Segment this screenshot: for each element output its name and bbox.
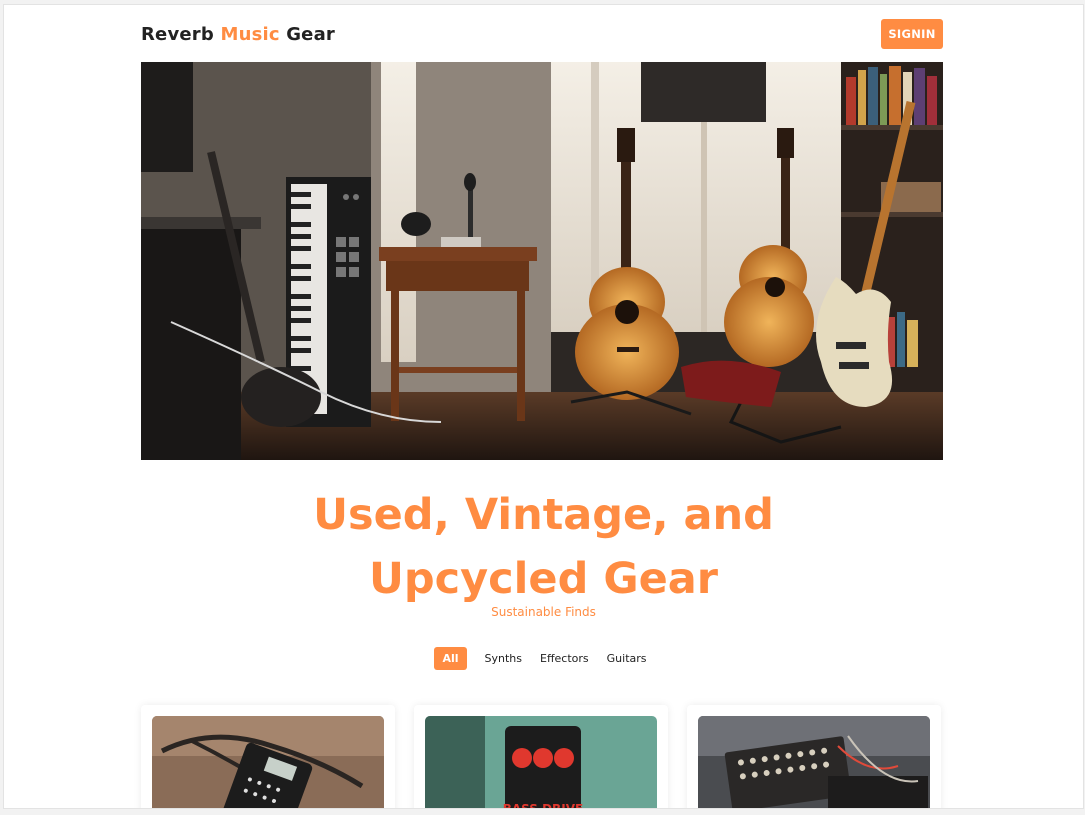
product-card[interactable]: BASS DRIVE xyxy=(414,705,668,809)
filter-tabs: All Synths Effectors Guitars xyxy=(4,647,1083,670)
svg-text:BASS DRIVE: BASS DRIVE xyxy=(503,802,584,809)
filter-synths[interactable]: Synths xyxy=(479,647,528,670)
filter-all[interactable]: All xyxy=(434,647,467,670)
header: Reverb Music Gear SIGNIN xyxy=(141,18,943,50)
filter-effectors[interactable]: Effectors xyxy=(534,647,595,670)
brand-word-1: Reverb xyxy=(141,23,214,45)
pocket-synth-photo[interactable] xyxy=(152,716,384,808)
brand-word-3: Gear xyxy=(286,23,336,45)
product-card[interactable] xyxy=(141,705,395,808)
page: Reverb Music Gear SIGNIN Used, Vintage, … xyxy=(3,4,1084,809)
brand-logo[interactable]: Reverb Music Gear xyxy=(141,24,335,45)
filter-guitars[interactable]: Guitars xyxy=(601,647,653,670)
brand-word-2: Music xyxy=(220,23,280,45)
modular-synth-photo[interactable] xyxy=(698,716,930,808)
product-card[interactable] xyxy=(687,705,941,808)
signin-button[interactable]: SIGNIN xyxy=(881,19,943,49)
title-line-2: Upcycled Gear xyxy=(368,554,719,604)
title-line-1: Used, Vintage, and xyxy=(313,490,774,540)
page-title: Used, Vintage, and Upcycled Gear xyxy=(4,483,1083,611)
hero-image xyxy=(141,62,943,460)
subtitle: Sustainable Finds xyxy=(491,605,596,619)
bass-drive-pedal-photo[interactable]: BASS DRIVE xyxy=(425,716,657,809)
